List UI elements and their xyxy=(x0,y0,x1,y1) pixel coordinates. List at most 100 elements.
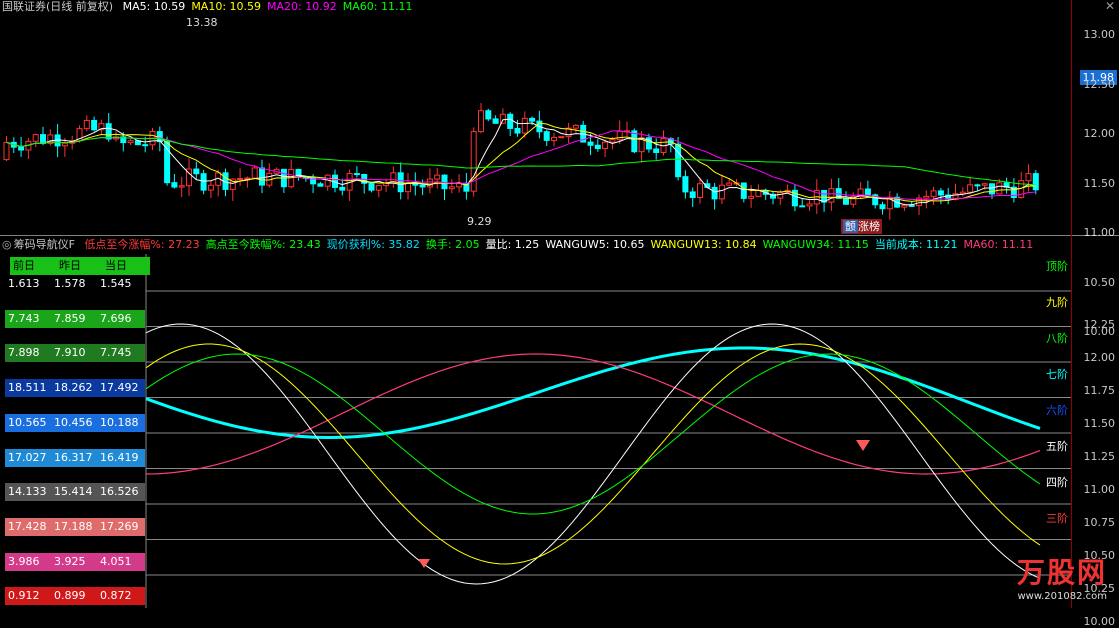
ma-indicator: MA20: 10.92 xyxy=(267,0,337,13)
table-cell: 0.899 xyxy=(54,589,86,603)
chip-indicator: 高点至今跌幅%: 23.43 xyxy=(205,238,321,251)
candle xyxy=(178,185,185,188)
table-cell: 16.317 xyxy=(54,450,93,464)
watermark-logo: 万股网 www.201082.com xyxy=(1016,556,1107,602)
chip-indicator: 换手: 2.05 xyxy=(425,238,480,251)
indicator-title[interactable]: 筹码导航仪F xyxy=(14,238,75,251)
candle xyxy=(32,134,39,142)
y-axis-tick: 13.00 xyxy=(1083,28,1116,41)
candle xyxy=(740,182,747,199)
candle xyxy=(507,113,514,129)
wanguw5-line xyxy=(145,323,1041,585)
tier-label: 五阶 xyxy=(1046,440,1068,453)
table-cell: 17.428 xyxy=(8,519,47,533)
candle xyxy=(521,117,528,134)
table-row: 1.613 1.578 1.545 xyxy=(5,275,145,293)
candle xyxy=(193,168,200,175)
chip-indicator: 量比: 1.25 xyxy=(485,238,540,251)
panel-divider[interactable] xyxy=(0,235,1119,236)
candle xyxy=(499,113,506,124)
dropdown-icon[interactable]: ◎ xyxy=(2,238,12,251)
candle xyxy=(127,140,134,144)
cost-line xyxy=(145,346,1041,439)
candle xyxy=(339,186,346,191)
candle xyxy=(200,173,207,191)
y-axis-tick: 12.50 xyxy=(1083,77,1116,91)
candle xyxy=(711,186,718,200)
candle xyxy=(3,141,10,161)
ma-indicator: MA10: 10.59 xyxy=(191,0,262,13)
kline-chart xyxy=(3,103,1039,220)
table-cell: 17.027 xyxy=(8,450,47,464)
candle xyxy=(171,182,178,188)
candle xyxy=(1032,173,1039,191)
col-header: 当日 xyxy=(105,259,127,272)
candle xyxy=(602,141,609,149)
tier-label: 六阶 xyxy=(1046,404,1068,417)
chip-indicator: 低点至今涨幅%: 27.23 xyxy=(84,238,200,251)
candle xyxy=(923,195,930,199)
candle xyxy=(91,119,98,131)
candle xyxy=(317,183,324,187)
table-row: 17.027 16.317 16.419 xyxy=(5,448,145,467)
zhangting-badge[interactable]: 颤涨榜 xyxy=(841,219,882,234)
right-axis-divider xyxy=(1071,0,1072,608)
candle xyxy=(879,204,886,210)
candle xyxy=(434,174,441,180)
candle xyxy=(40,134,46,144)
y-axis-tick: 12.00 xyxy=(1083,127,1116,140)
zhangting-label: 涨榜 xyxy=(858,220,880,233)
tier-label: 七阶 xyxy=(1046,368,1068,381)
chip-indicator: WANGUW34: 11.15 xyxy=(762,238,869,251)
candle xyxy=(587,141,594,146)
table-cell: 16.419 xyxy=(100,450,139,464)
candle xyxy=(492,118,499,124)
y-axis-tick: 11.00 xyxy=(1083,483,1116,496)
table-cell: 10.456 xyxy=(54,415,93,429)
candle xyxy=(726,182,733,186)
y-axis-tick: 11.00 xyxy=(1083,226,1116,239)
kline-header: 国联证券(日线 前复权) MA5: 10.59 MA10: 10.59 MA20: … xyxy=(2,0,424,13)
table-cell: 7.898 xyxy=(8,346,40,360)
table-cell: 18.262 xyxy=(54,381,93,395)
table-cell: 10.188 xyxy=(100,415,139,429)
candle xyxy=(806,203,813,207)
candle xyxy=(689,191,696,198)
close-icon[interactable]: ✕ xyxy=(1103,0,1117,13)
y-axis-tick: 11.25 xyxy=(1083,450,1116,463)
table-row: 17.428 17.188 17.269 xyxy=(5,517,145,536)
chip-indicator: WANGUW13: 10.84 xyxy=(650,238,757,251)
table-cell: 14.133 xyxy=(8,485,47,499)
table-cell: 7.743 xyxy=(8,311,40,325)
candle xyxy=(478,110,484,133)
tier-label: 八阶 xyxy=(1046,332,1068,345)
candle xyxy=(864,188,871,196)
candle xyxy=(441,174,448,190)
table-row: 14.133 15.414 16.526 xyxy=(5,483,145,502)
candle xyxy=(1025,173,1032,182)
zhangting-prefix: 颤 xyxy=(843,220,858,233)
candle xyxy=(207,184,214,191)
signal-diamond xyxy=(856,440,870,451)
table-cell: 17.269 xyxy=(100,519,139,533)
candle xyxy=(799,205,806,208)
table-cell: 0.872 xyxy=(100,589,132,603)
candle xyxy=(470,131,477,192)
candle xyxy=(981,183,988,186)
table-cell: 17.492 xyxy=(100,381,139,395)
y-axis-tick: 12.00 xyxy=(1083,351,1116,364)
table-cell: 18.511 xyxy=(8,381,47,395)
candle xyxy=(237,178,244,181)
chip-indicator-chart xyxy=(145,254,1071,608)
candle xyxy=(755,190,762,197)
candle xyxy=(353,173,360,176)
col-header: 昨日 xyxy=(59,259,81,272)
candle xyxy=(558,136,565,139)
ma-indicator: MA60: 11.11 xyxy=(342,0,413,13)
y-axis-tick: 11.50 xyxy=(1083,417,1116,430)
candle xyxy=(594,144,601,149)
candle xyxy=(653,148,660,153)
candle xyxy=(551,137,557,141)
table-row: 7.898 7.910 7.745 xyxy=(5,344,145,363)
candle xyxy=(697,183,703,198)
